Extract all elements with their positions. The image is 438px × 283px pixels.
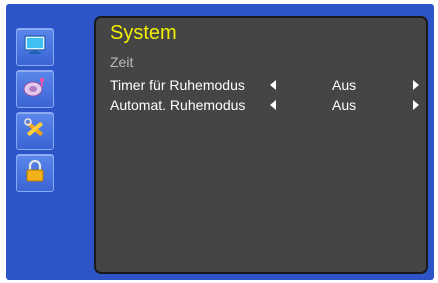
menu-item-label: Automat. Ruhemodus bbox=[110, 97, 246, 113]
menu-panel: System Zeit Timer für Ruhemodus Aus Auto… bbox=[94, 16, 428, 274]
sidebar-item-picture[interactable] bbox=[16, 28, 54, 66]
menu-item-value: Aus bbox=[332, 97, 357, 113]
menu-item-value: Aus bbox=[332, 77, 357, 93]
lock-icon bbox=[24, 159, 46, 188]
page-title: System bbox=[110, 22, 177, 44]
arrow-right-icon[interactable] bbox=[413, 80, 419, 90]
arrow-right-icon[interactable] bbox=[413, 100, 419, 110]
arrow-left-icon[interactable] bbox=[270, 100, 276, 110]
menu-item-label: Timer für Ruhemodus bbox=[110, 77, 245, 93]
sidebar-item-audio[interactable] bbox=[16, 70, 54, 108]
sidebar-item-setup[interactable] bbox=[16, 112, 54, 150]
menu-item-sleep-timer[interactable]: Timer für Ruhemodus Aus bbox=[110, 76, 420, 94]
section-heading: Zeit bbox=[110, 54, 134, 70]
tools-icon bbox=[23, 117, 47, 145]
menu-item-auto-sleep[interactable]: Automat. Ruhemodus Aus bbox=[110, 96, 420, 114]
monitor-icon bbox=[23, 34, 47, 61]
audio-icon bbox=[22, 76, 48, 103]
sidebar-item-lock[interactable] bbox=[16, 154, 54, 192]
arrow-left-icon[interactable] bbox=[270, 80, 276, 90]
